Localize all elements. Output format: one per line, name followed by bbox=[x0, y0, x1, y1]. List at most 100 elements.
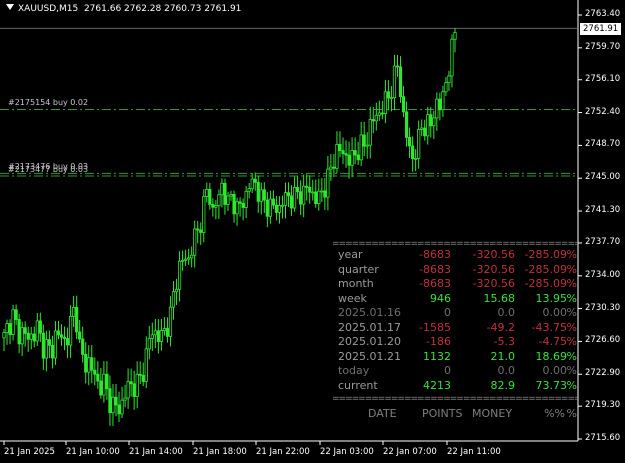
candle bbox=[111, 383, 115, 426]
candle bbox=[296, 176, 300, 200]
candle bbox=[386, 80, 391, 111]
header-date: DATE bbox=[368, 407, 397, 420]
candle bbox=[47, 330, 52, 359]
stats-row-label: 2025.01.21 bbox=[338, 349, 401, 363]
stats-row: week 946 15.68 13.95% bbox=[332, 292, 579, 307]
stats-row-unit: % bbox=[566, 335, 577, 348]
candle bbox=[5, 319, 9, 345]
candle bbox=[114, 383, 118, 417]
stats-row-money: 0.0 bbox=[497, 364, 516, 377]
candle bbox=[414, 149, 418, 172]
candle bbox=[156, 318, 160, 354]
stats-row-label: quarter bbox=[338, 262, 379, 276]
candle bbox=[389, 86, 394, 112]
candle bbox=[174, 278, 179, 306]
candle bbox=[159, 318, 163, 351]
candle bbox=[75, 295, 79, 340]
candle bbox=[256, 175, 260, 213]
stats-row-pct: 13.95 bbox=[535, 291, 568, 305]
candle bbox=[332, 153, 336, 178]
stats-row-label: week bbox=[338, 291, 367, 305]
candle bbox=[244, 185, 248, 219]
stats-row-points: 4213 bbox=[423, 378, 451, 392]
header-money: MONEY bbox=[472, 407, 513, 420]
stats-row-points: 1132 bbox=[423, 349, 451, 363]
stats-row-unit: % bbox=[566, 306, 577, 319]
candle bbox=[184, 249, 188, 266]
stats-row-money: 0.0 bbox=[497, 306, 516, 319]
stats-row-pct: -285.09 bbox=[524, 277, 567, 290]
candle bbox=[214, 199, 218, 220]
stats-row-pct: 73.73 bbox=[535, 378, 568, 392]
stats-row-pct: 18.69 bbox=[535, 349, 568, 363]
candle bbox=[84, 342, 88, 384]
candle bbox=[153, 318, 157, 349]
candle bbox=[341, 137, 345, 164]
candle bbox=[177, 251, 182, 302]
time-tick-label: 21 Jan 14:00 bbox=[129, 447, 183, 457]
candle bbox=[398, 56, 403, 103]
stats-row: month -8683 -320.56 -285.09% bbox=[332, 277, 579, 292]
candle bbox=[53, 321, 58, 365]
candle bbox=[268, 190, 272, 224]
candle bbox=[356, 141, 360, 166]
order-label: #2175154 buy 0.02 bbox=[8, 98, 89, 108]
candle bbox=[377, 100, 381, 121]
candle bbox=[441, 85, 445, 117]
stats-row-points: -8683 bbox=[419, 277, 451, 290]
stats-row-unit: % bbox=[566, 248, 577, 261]
chart-menu-icon[interactable] bbox=[6, 4, 14, 10]
stats-row: year -8683 -320.56 -285.09% bbox=[332, 248, 579, 263]
candle bbox=[286, 182, 291, 208]
candle bbox=[392, 54, 397, 111]
candle bbox=[38, 312, 42, 343]
stats-row: 2025.01.20 -186 -5.3 -4.75% bbox=[332, 335, 579, 350]
stats-row: today 0 0.0 0.00% bbox=[332, 364, 579, 379]
stats-row: current 4213 82.9 73.73% bbox=[332, 379, 579, 394]
candle bbox=[41, 324, 45, 371]
candle bbox=[299, 180, 303, 216]
candle bbox=[87, 345, 91, 386]
candle bbox=[289, 185, 294, 216]
candle bbox=[353, 137, 357, 165]
candle bbox=[81, 326, 85, 363]
candle bbox=[420, 119, 424, 137]
candle bbox=[78, 319, 82, 343]
candle bbox=[229, 190, 233, 201]
candle bbox=[205, 182, 209, 203]
candle bbox=[314, 179, 318, 208]
candle bbox=[96, 361, 100, 389]
candle bbox=[235, 197, 239, 226]
candle bbox=[129, 368, 133, 397]
stats-row-money: 21.0 bbox=[490, 349, 516, 363]
candle bbox=[35, 313, 39, 346]
time-tick-label: 22 Jan 11:00 bbox=[447, 447, 501, 457]
candle bbox=[308, 175, 312, 204]
candle bbox=[241, 198, 245, 221]
candle bbox=[105, 361, 109, 400]
price-tick-label: 2734.00 bbox=[585, 269, 621, 280]
candle bbox=[132, 370, 136, 410]
price-tick-label: 2719.30 bbox=[585, 400, 621, 411]
time-tick-label: 21 Jan 2025 bbox=[4, 447, 55, 457]
ohlc-values: 2761.66 2762.28 2760.73 2761.91 bbox=[83, 4, 242, 14]
price-tick-label: 2737.70 bbox=[585, 236, 621, 247]
candle bbox=[26, 326, 30, 352]
stats-row-money: -5.3 bbox=[493, 335, 515, 348]
candle bbox=[23, 321, 27, 347]
candle bbox=[359, 121, 363, 167]
candle bbox=[253, 172, 257, 191]
stats-row: quarter -8683 -320.56 -285.09% bbox=[332, 263, 579, 278]
candle bbox=[72, 295, 76, 328]
candle bbox=[292, 176, 297, 212]
candle bbox=[362, 121, 366, 157]
candle bbox=[447, 70, 451, 91]
stats-row-points: 0 bbox=[444, 364, 451, 377]
price-tick-label: 2722.90 bbox=[585, 368, 621, 379]
candle bbox=[423, 119, 427, 141]
price-tick-label: 2752.40 bbox=[585, 106, 621, 117]
candle bbox=[217, 189, 221, 219]
time-tick-label: 21 Jan 18:00 bbox=[193, 447, 247, 457]
candle bbox=[417, 120, 421, 169]
candle bbox=[404, 101, 409, 147]
